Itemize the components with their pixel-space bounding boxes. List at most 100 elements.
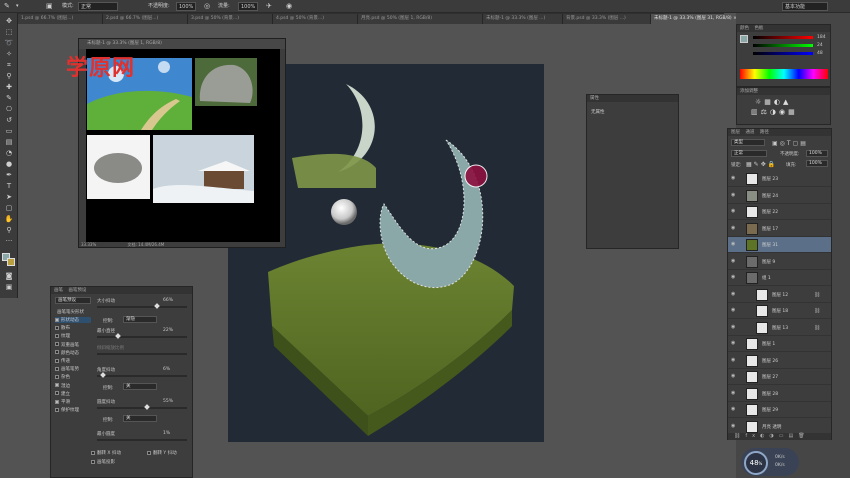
flow-field[interactable]: 100% [238, 2, 258, 11]
speed-gauge[interactable]: 48% [744, 451, 768, 475]
doc-zoom[interactable]: 33.33% [81, 242, 96, 247]
adjustment-icons-row-2[interactable]: ▥⚖◑◉▦ [751, 108, 798, 116]
layer-row[interactable]: ◉ 图层 26 [728, 353, 831, 369]
brush-option-item[interactable]: 双重画笔 [55, 342, 91, 348]
brush-option-checkbox[interactable] [55, 358, 59, 363]
r-slider[interactable] [753, 36, 813, 39]
layer-row[interactable]: ◉ 图层 9 [728, 254, 831, 270]
layer-row[interactable]: ◉ 图层 29 [728, 402, 831, 418]
brush-option-checkbox[interactable] [55, 317, 59, 322]
brush-projection-row[interactable]: 画笔投影 [91, 459, 115, 465]
quick-select-icon[interactable]: ✧ [4, 50, 14, 59]
shape-tool-icon[interactable]: ▢ [4, 204, 14, 213]
background-color-swatch[interactable] [7, 258, 15, 266]
pressure-opacity-icon[interactable]: ◎ [204, 2, 210, 11]
layer-visibility-eye-icon[interactable]: ◉ [731, 258, 737, 264]
fg-color-chip[interactable] [740, 35, 748, 43]
tab-channels[interactable]: 通道 [745, 130, 754, 135]
layer-visibility-eye-icon[interactable]: ◉ [731, 374, 737, 379]
brush-option-item[interactable]: 保护纹理 [55, 407, 91, 413]
path-select-icon[interactable]: ➤ [4, 193, 14, 202]
layers-footer-icons[interactable]: ⛓fx◐◑▭▤🗑 [728, 433, 831, 440]
layers-panel-tabs[interactable]: 图层 通道 路径 [728, 129, 831, 136]
document-tab[interactable]: 1.psd @ 66.7% (图层...) [18, 14, 103, 24]
layer-visibility-eye-icon[interactable]: ◉ [731, 225, 737, 231]
layer-visibility-eye-icon[interactable]: ◉ [731, 308, 737, 313]
layer-row[interactable]: ◉ 图层 13 ⛓ [728, 320, 831, 336]
document-tab[interactable]: 月亮.psd @ 50% (图层 1, RGB/8) [358, 14, 483, 24]
min-roundness-slider[interactable] [97, 439, 187, 441]
b-slider[interactable] [753, 52, 813, 55]
layer-row[interactable]: ◉ 图层 17 [728, 221, 831, 237]
tab-layers[interactable]: 图层 [731, 130, 740, 135]
layer-visibility-eye-icon[interactable]: ◉ [731, 192, 737, 198]
brush-option-item[interactable]: 散布 [55, 325, 91, 331]
document-tab[interactable]: 4.psd @ 50% (背景...) [273, 14, 358, 24]
healing-brush-icon[interactable]: ✚ [4, 83, 14, 92]
color-panel-tabs[interactable]: 颜色 色板 [737, 25, 830, 32]
layer-row[interactable]: ◉ 图层 23 [728, 171, 831, 187]
brush-tool-icon[interactable]: ✎ [4, 94, 14, 103]
tilt-scale-slider[interactable] [97, 353, 187, 355]
tab-color[interactable]: 颜色 [740, 26, 749, 31]
brush-panel-tabs[interactable]: 画笔 画笔预设 [51, 287, 192, 294]
layer-visibility-eye-icon[interactable]: ◉ [731, 324, 737, 330]
layer-opacity-field[interactable]: 100% [806, 150, 828, 157]
brush-option-checkbox[interactable] [55, 391, 59, 396]
layer-row[interactable]: ◉ 组 1 [728, 270, 831, 286]
brush-option-item[interactable]: 杂色 [55, 374, 91, 380]
b-value[interactable]: 48 [817, 51, 823, 56]
g-slider[interactable] [753, 44, 813, 47]
brush-option-item[interactable]: 画笔笔势 [55, 366, 91, 372]
brush-presets-button[interactable]: 画笔预设 [55, 297, 91, 304]
brush-option-item[interactable]: 纹理 [55, 333, 91, 339]
brush-option-item[interactable]: 传递 [55, 358, 91, 364]
brush-option-checkbox[interactable] [55, 342, 59, 347]
toggle-brush-panel-icon[interactable]: ▣ [46, 2, 53, 11]
brush-option-item[interactable]: 湿边 [55, 383, 91, 389]
min-diameter-slider[interactable] [97, 336, 187, 338]
r-value[interactable]: 184 [817, 35, 826, 40]
pen-tool-icon[interactable]: ✒ [4, 171, 14, 180]
dodge-tool-icon[interactable]: ● [4, 160, 14, 169]
fill-field[interactable]: 100% [806, 160, 828, 167]
brush-option-item[interactable]: 形状动态 [55, 317, 91, 323]
more-tools-icon[interactable]: ··· [4, 237, 14, 246]
layer-visibility-eye-icon[interactable]: ◉ [731, 291, 737, 297]
flip-y-checkbox[interactable] [147, 450, 151, 455]
layer-row[interactable]: ◉ 图层 22 [728, 204, 831, 220]
layer-visibility-eye-icon[interactable]: ◉ [731, 209, 737, 214]
history-brush-icon[interactable]: ↺ [4, 116, 14, 125]
layer-row[interactable]: ◉ 图层 31 [728, 237, 831, 253]
adjustment-icons-row-1[interactable]: ☼▦◐▲ [755, 98, 791, 106]
opacity-field[interactable]: 100% [176, 2, 196, 11]
lasso-tool-icon[interactable]: ➰ [4, 39, 14, 48]
eyedropper-icon[interactable]: ⚲ [4, 72, 14, 81]
layer-visibility-eye-icon[interactable]: ◉ [731, 407, 737, 412]
layer-visibility-eye-icon[interactable]: ◉ [731, 357, 737, 363]
lock-icons[interactable]: ▦✎✥🔒 [746, 161, 777, 168]
workspace-select[interactable]: 基本功能 [782, 2, 828, 11]
layer-row[interactable]: ◉ 图层 27 [728, 369, 831, 385]
blend-mode-select[interactable]: 正常 [731, 150, 767, 157]
tab-swatches[interactable]: 色板 [754, 26, 763, 31]
brush-preset-picker[interactable]: ▾ [16, 2, 19, 11]
brush-option-checkbox[interactable] [55, 407, 59, 412]
layer-visibility-eye-icon[interactable]: ◉ [731, 423, 737, 429]
control2-select[interactable]: 关 [123, 383, 157, 390]
type-tool-icon[interactable]: T [4, 182, 14, 191]
brush-option-checkbox[interactable] [55, 383, 59, 388]
layer-kind-filter[interactable]: 类型 [731, 139, 765, 146]
flip-x-row[interactable]: 翻转 X 抖动 [91, 450, 121, 456]
layer-visibility-eye-icon[interactable]: ◉ [731, 176, 737, 181]
gradient-tool-icon[interactable]: ▤ [4, 138, 14, 147]
document-tab[interactable]: 背景.psd @ 33.3% (图层 ...) [563, 14, 651, 24]
brush-projection-checkbox[interactable] [91, 459, 95, 464]
properties-panel-title[interactable]: 属性 [587, 95, 678, 102]
marquee-tool-icon[interactable]: ⬚ [4, 28, 14, 37]
tab-brush-presets[interactable]: 画笔预设 [68, 288, 86, 293]
brush-option-checkbox[interactable] [55, 333, 59, 338]
zoom-tool-icon[interactable]: ⚲ [4, 226, 14, 235]
doc-window-title[interactable]: 未标题-1 @ 33.3% (图层 1, RGB/8) [79, 39, 285, 49]
brush-tool-icon[interactable]: ✎ [4, 2, 10, 11]
